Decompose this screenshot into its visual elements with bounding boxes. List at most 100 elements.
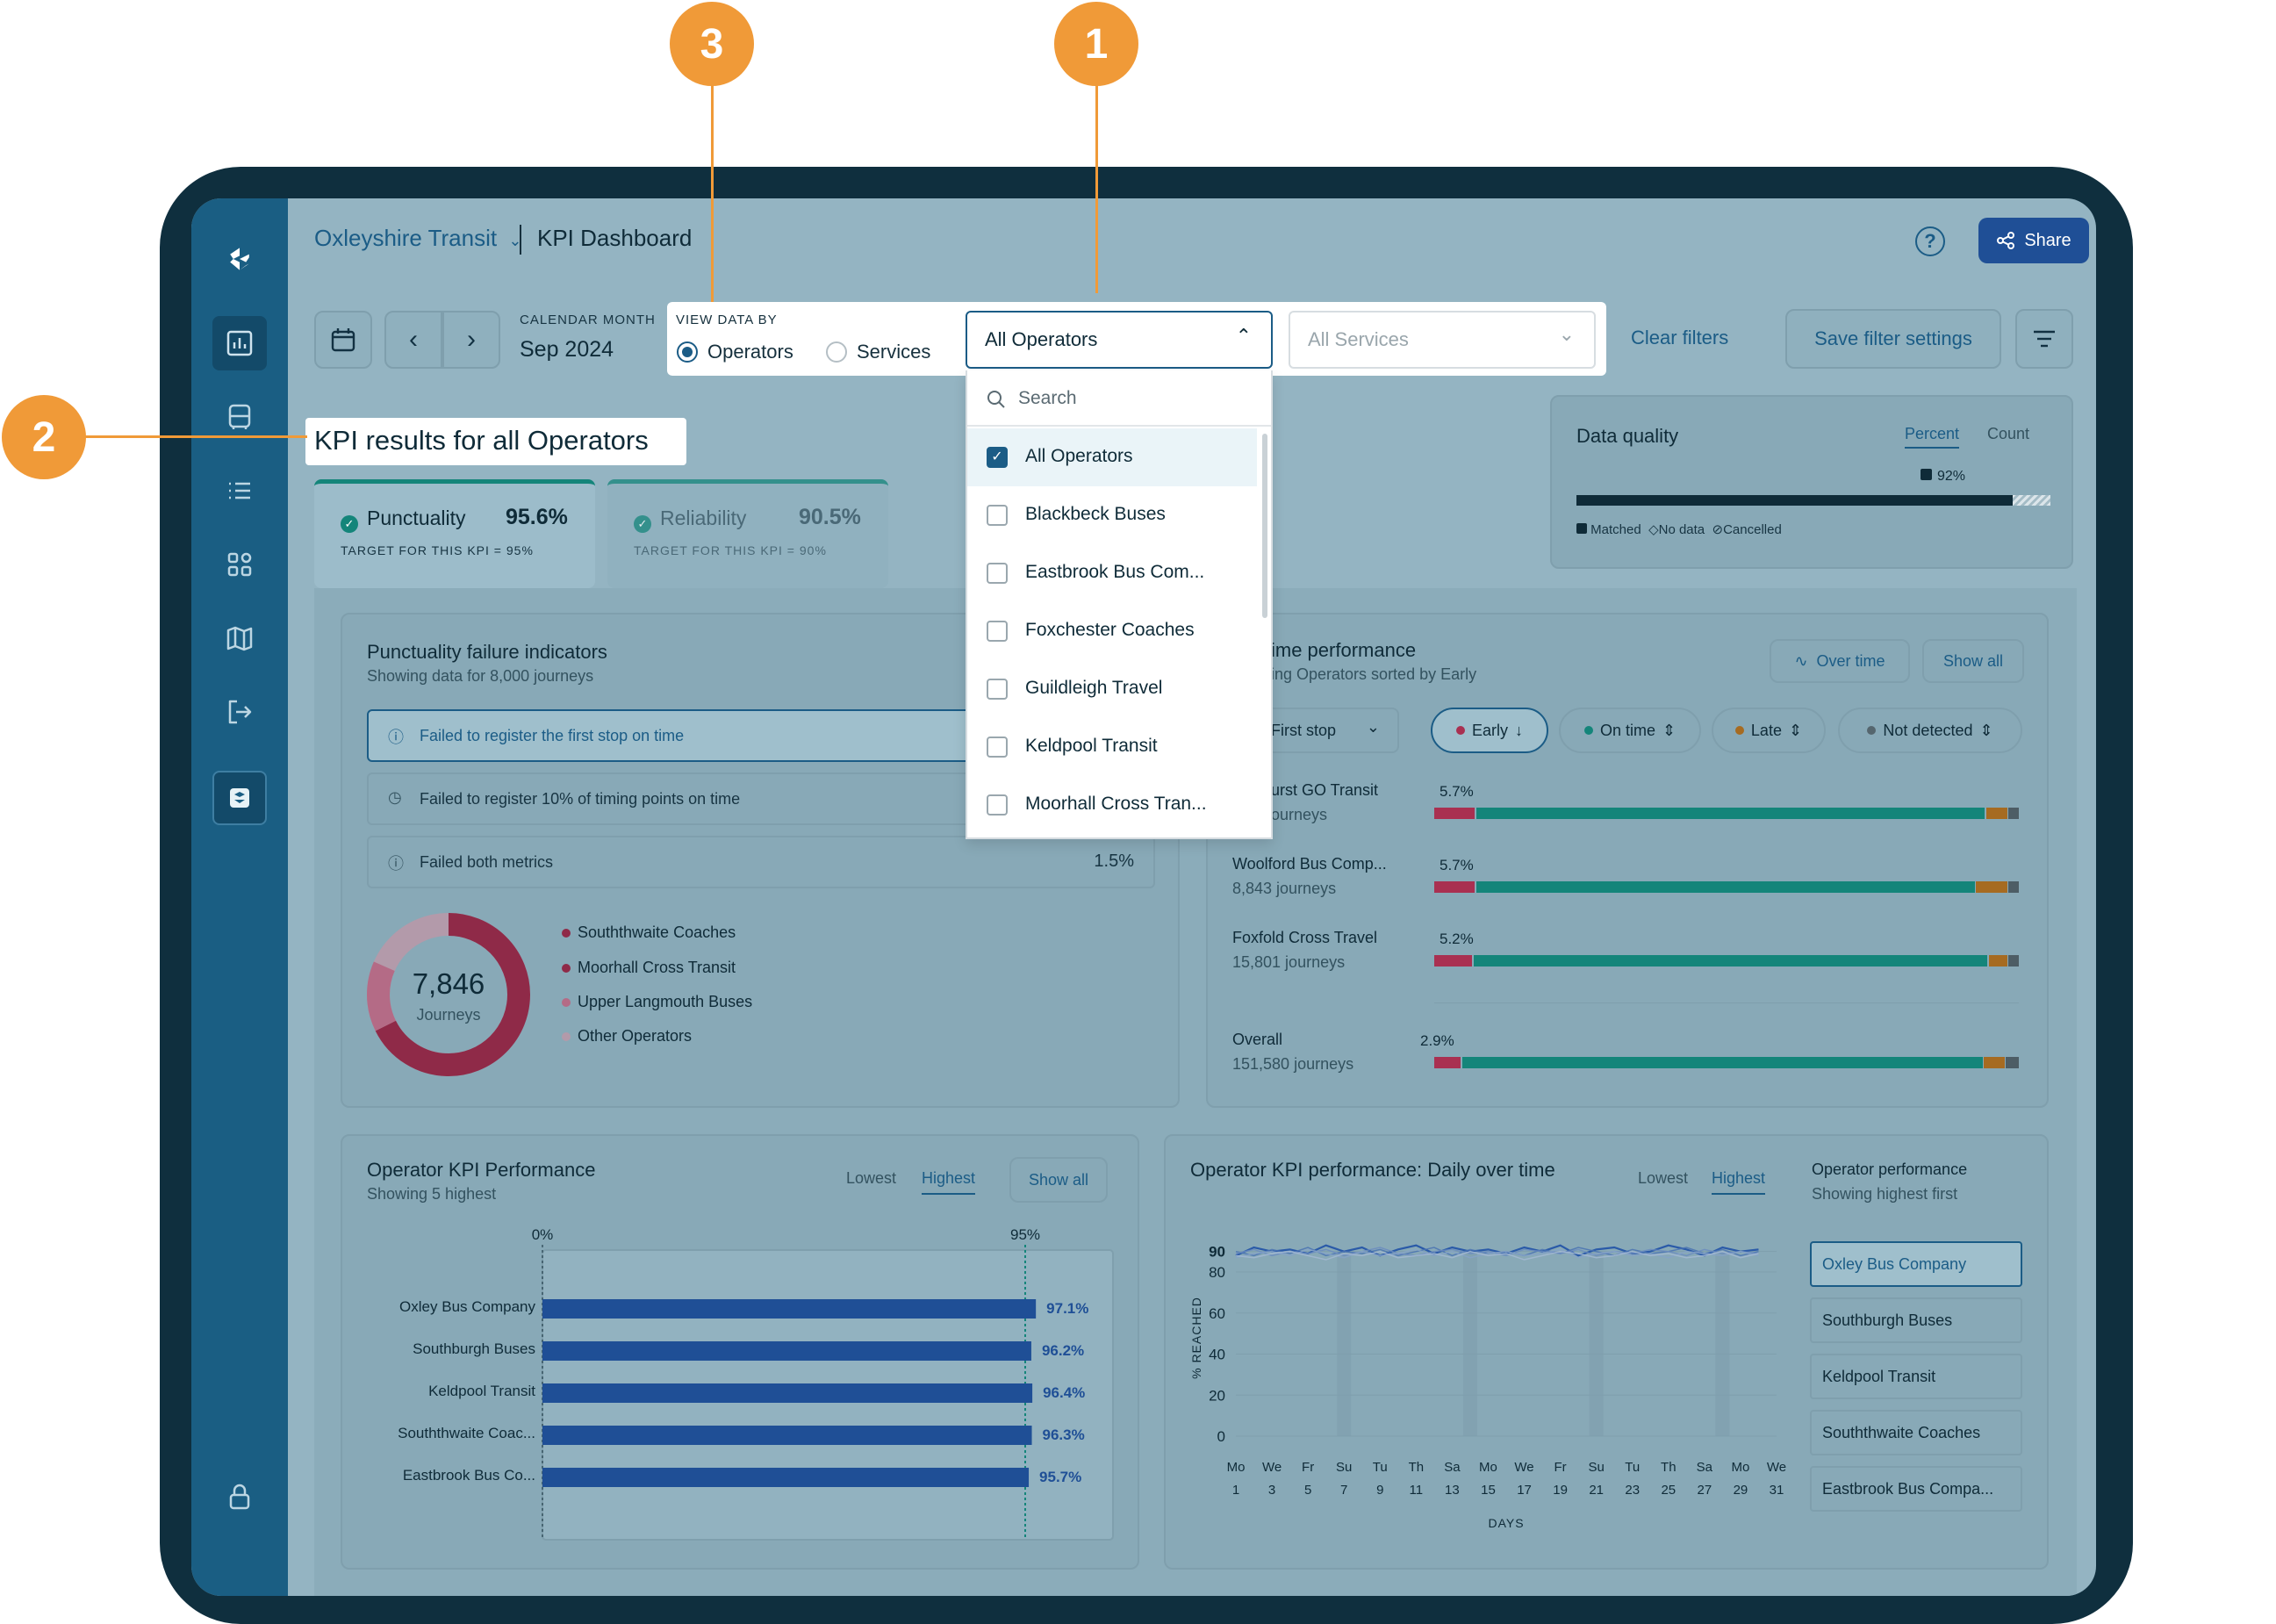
- over-time-label: Over time: [1816, 651, 1885, 670]
- tab-highest[interactable]: Highest: [1712, 1169, 1766, 1195]
- operator-side-item[interactable]: Southburgh Buses: [1810, 1297, 2022, 1343]
- dropdown-option[interactable]: Eastbrook Bus Com...: [967, 544, 1257, 602]
- dropdown-option[interactable]: Guildleigh Travel: [967, 660, 1257, 718]
- option-checkbox[interactable]: [987, 563, 1008, 584]
- tab-highest[interactable]: Highest: [922, 1169, 976, 1195]
- kpi-bar[interactable]: [542, 1383, 1033, 1403]
- operator-side-item[interactable]: Keldpool Transit: [1810, 1354, 2022, 1399]
- next-month-button[interactable]: ›: [442, 311, 500, 369]
- option-checkbox[interactable]: [987, 505, 1008, 526]
- filter-options-button[interactable]: [2015, 309, 2073, 369]
- radio-operators-label[interactable]: Operators: [707, 341, 793, 363]
- failure-label: Failed to register the first stop on tim…: [420, 727, 685, 744]
- dropdown-option[interactable]: Blackbeck Buses: [967, 486, 1257, 544]
- share-button[interactable]: Share: [1978, 218, 2089, 263]
- tab-percent[interactable]: Percent: [1905, 425, 1960, 449]
- check-circle-icon: ✓: [341, 510, 358, 533]
- kpi-bar[interactable]: [542, 1341, 1031, 1361]
- dropdown-option[interactable]: ✓ All Operators: [967, 428, 1257, 486]
- show-all-button[interactable]: Show all: [1009, 1157, 1108, 1203]
- timing-bar[interactable]: [1434, 955, 2019, 966]
- month-value: Sep 2024: [520, 337, 614, 362]
- time-performance-panel: ime performance ing Operators sorted by …: [1206, 613, 2049, 1108]
- x-day-label: Su: [1336, 1460, 1352, 1475]
- x-day-label: Sa: [1697, 1460, 1713, 1475]
- chip-on-time[interactable]: On time ⇕: [1559, 708, 1701, 753]
- bar-value-label: 95.7%: [1039, 1469, 1081, 1485]
- clear-filters-link[interactable]: Clear filters: [1631, 327, 1728, 349]
- kpi-tab-reliability[interactable]: ✓ Reliability 90.5% TARGET FOR THIS KPI …: [607, 479, 888, 588]
- option-checkbox[interactable]: [987, 621, 1008, 642]
- failure-item[interactable]: ⓘ Failed both metrics 1.5%: [367, 836, 1155, 888]
- lock-icon[interactable]: [212, 1470, 267, 1524]
- tab-lowest[interactable]: Lowest: [1638, 1169, 1688, 1188]
- x-date-label: 29: [1734, 1483, 1748, 1498]
- bar-category-label: Eastbrook Bus Co...: [403, 1467, 535, 1484]
- tab-lowest[interactable]: Lowest: [846, 1169, 896, 1188]
- dq-matched-bar: [1576, 495, 2013, 506]
- kpi-tab-punctuality[interactable]: ✓ Punctuality 95.6% TARGET FOR THIS KPI …: [314, 479, 595, 588]
- nav-brand-icon[interactable]: [212, 771, 267, 825]
- legend-item: Other Operators: [562, 1027, 692, 1046]
- kpi-bar[interactable]: [542, 1299, 1037, 1319]
- dropdown-option[interactable]: Moorhall Cross Tran...: [967, 776, 1257, 834]
- option-checkbox[interactable]: [987, 737, 1008, 758]
- tab-count[interactable]: Count: [1987, 425, 2029, 443]
- nav-dashboard-icon[interactable]: [212, 316, 267, 370]
- failure-subtitle: Showing data for 8,000 journeys: [367, 667, 594, 685]
- radio-services[interactable]: [826, 341, 847, 363]
- timing-bar[interactable]: [1434, 808, 2019, 819]
- dropdown-option[interactable]: Foxchester Coaches: [967, 602, 1257, 660]
- cancelled-icon: ⊘: [1712, 522, 1724, 537]
- dropdown-option[interactable]: Keldpool Transit: [967, 718, 1257, 776]
- option-checkbox[interactable]: ✓: [987, 447, 1008, 468]
- org-switcher[interactable]: Oxleyshire Transit ⌄: [314, 225, 521, 252]
- calendar-button[interactable]: [314, 311, 372, 369]
- chip-label: On time: [1599, 721, 1655, 739]
- timing-bar[interactable]: [1434, 1057, 2019, 1068]
- nav-apps-icon[interactable]: [212, 537, 267, 592]
- option-checkbox[interactable]: [987, 679, 1008, 700]
- option-label: Blackbeck Buses: [1025, 504, 1166, 524]
- chevron-down-icon: ⌄: [1366, 718, 1380, 736]
- nav-map-icon[interactable]: [212, 611, 267, 665]
- help-icon[interactable]: ?: [1915, 226, 1945, 256]
- x-day-label: We: [1514, 1460, 1533, 1475]
- operator-side-item[interactable]: Oxley Bus Company: [1810, 1241, 2022, 1287]
- operator-side-item[interactable]: Souththwaite Coaches: [1810, 1410, 2022, 1455]
- chip-late[interactable]: Late ⇕: [1712, 708, 1826, 753]
- dropdown-search[interactable]: Search: [967, 370, 1271, 427]
- x-date-label: 9: [1376, 1483, 1383, 1498]
- operator-side-item[interactable]: Eastbrook Bus Compa...: [1810, 1466, 2022, 1512]
- callout-2-line: [84, 435, 307, 438]
- early-segment: [1434, 955, 1473, 966]
- services-select[interactable]: All Services ⌄: [1289, 311, 1596, 369]
- weekend-band: [1589, 1251, 1604, 1436]
- option-checkbox[interactable]: [987, 794, 1008, 816]
- legend-matched: Matched: [1590, 522, 1641, 537]
- save-filter-settings-button[interactable]: Save filter settings: [1785, 309, 2001, 369]
- kpi-bar[interactable]: [542, 1468, 1030, 1487]
- kpi-target: TARGET FOR THIS KPI = 95%: [341, 543, 534, 557]
- dropdown-scrollbar[interactable]: [1262, 434, 1267, 618]
- radio-services-label[interactable]: Services: [857, 341, 930, 363]
- timing-bar[interactable]: [1434, 881, 2019, 893]
- logo-icon[interactable]: [212, 232, 267, 286]
- dq-bar: [1576, 495, 2050, 506]
- chip-early[interactable]: Early ↓: [1431, 708, 1548, 753]
- legend-cancelled: Cancelled: [1723, 522, 1782, 537]
- side-subtitle: Showing highest first: [1812, 1185, 1958, 1203]
- operator-select[interactable]: All Operators ⌃: [966, 311, 1273, 369]
- over-time-button[interactable]: ∿ Over time: [1770, 639, 1910, 683]
- kpi-bar[interactable]: [542, 1426, 1032, 1445]
- prev-month-button[interactable]: ‹: [384, 311, 442, 369]
- operator-side-label: Southburgh Buses: [1822, 1311, 1953, 1329]
- nav-logout-icon[interactable]: [212, 685, 267, 739]
- journey-count: 151,580 journeys: [1232, 1055, 1354, 1073]
- radio-operators[interactable]: [677, 341, 698, 363]
- operator-kpi-title: Operator KPI Performance: [367, 1159, 596, 1181]
- nav-list-icon[interactable]: [212, 463, 267, 518]
- diamond-icon: ◇: [1648, 522, 1659, 537]
- show-all-button[interactable]: Show all: [1922, 639, 2024, 683]
- chip-not-detected[interactable]: Not detected ⇕: [1838, 708, 2022, 753]
